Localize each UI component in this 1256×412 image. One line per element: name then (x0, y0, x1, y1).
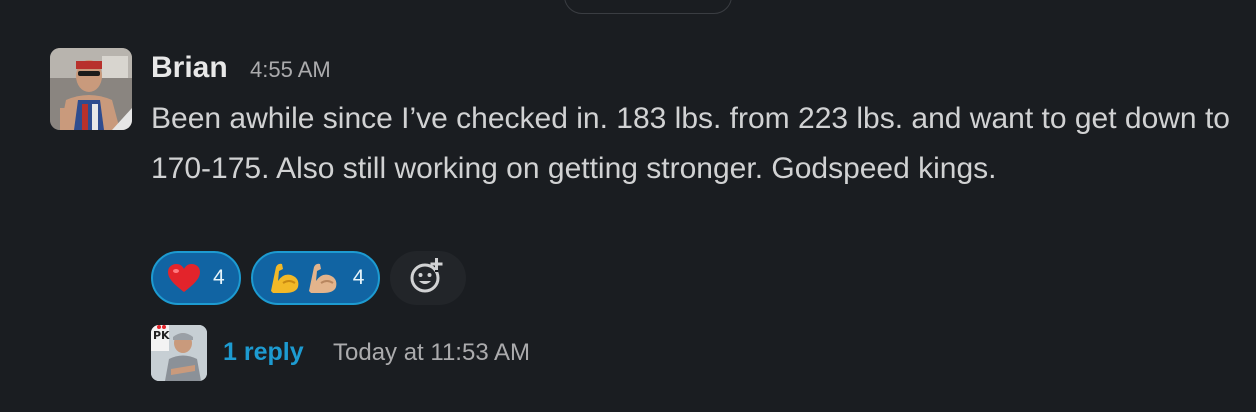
reaction-flexed-biceps[interactable]: 4 (250, 251, 381, 305)
add-emoji-icon (408, 256, 448, 301)
message-text: Been awhile since I’ve checked in. 183 l… (151, 102, 1230, 185)
reply-avatar[interactable]: PK (151, 325, 207, 381)
reaction-count: 4 (213, 266, 225, 289)
reply-count-link[interactable]: 1 reply (223, 337, 304, 367)
svg-text:PK: PK (153, 329, 170, 342)
reaction-heart[interactable]: 4 (151, 251, 241, 305)
heart-icon (167, 263, 201, 293)
flexed-biceps-icon (267, 261, 341, 295)
reaction-count: 4 (352, 266, 365, 289)
avatar[interactable] (50, 48, 132, 130)
message: Brian 4:55 AM Been awhile since I’ve che… (0, 0, 1256, 412)
sender-name[interactable]: Brian (151, 50, 228, 86)
add-reaction-button[interactable] (390, 251, 467, 305)
last-reply-time: Today at 11:53 AM (333, 339, 531, 366)
message-timestamp[interactable]: 4:55 AM (250, 56, 331, 84)
reactions-bar: 4 4 (151, 251, 467, 305)
